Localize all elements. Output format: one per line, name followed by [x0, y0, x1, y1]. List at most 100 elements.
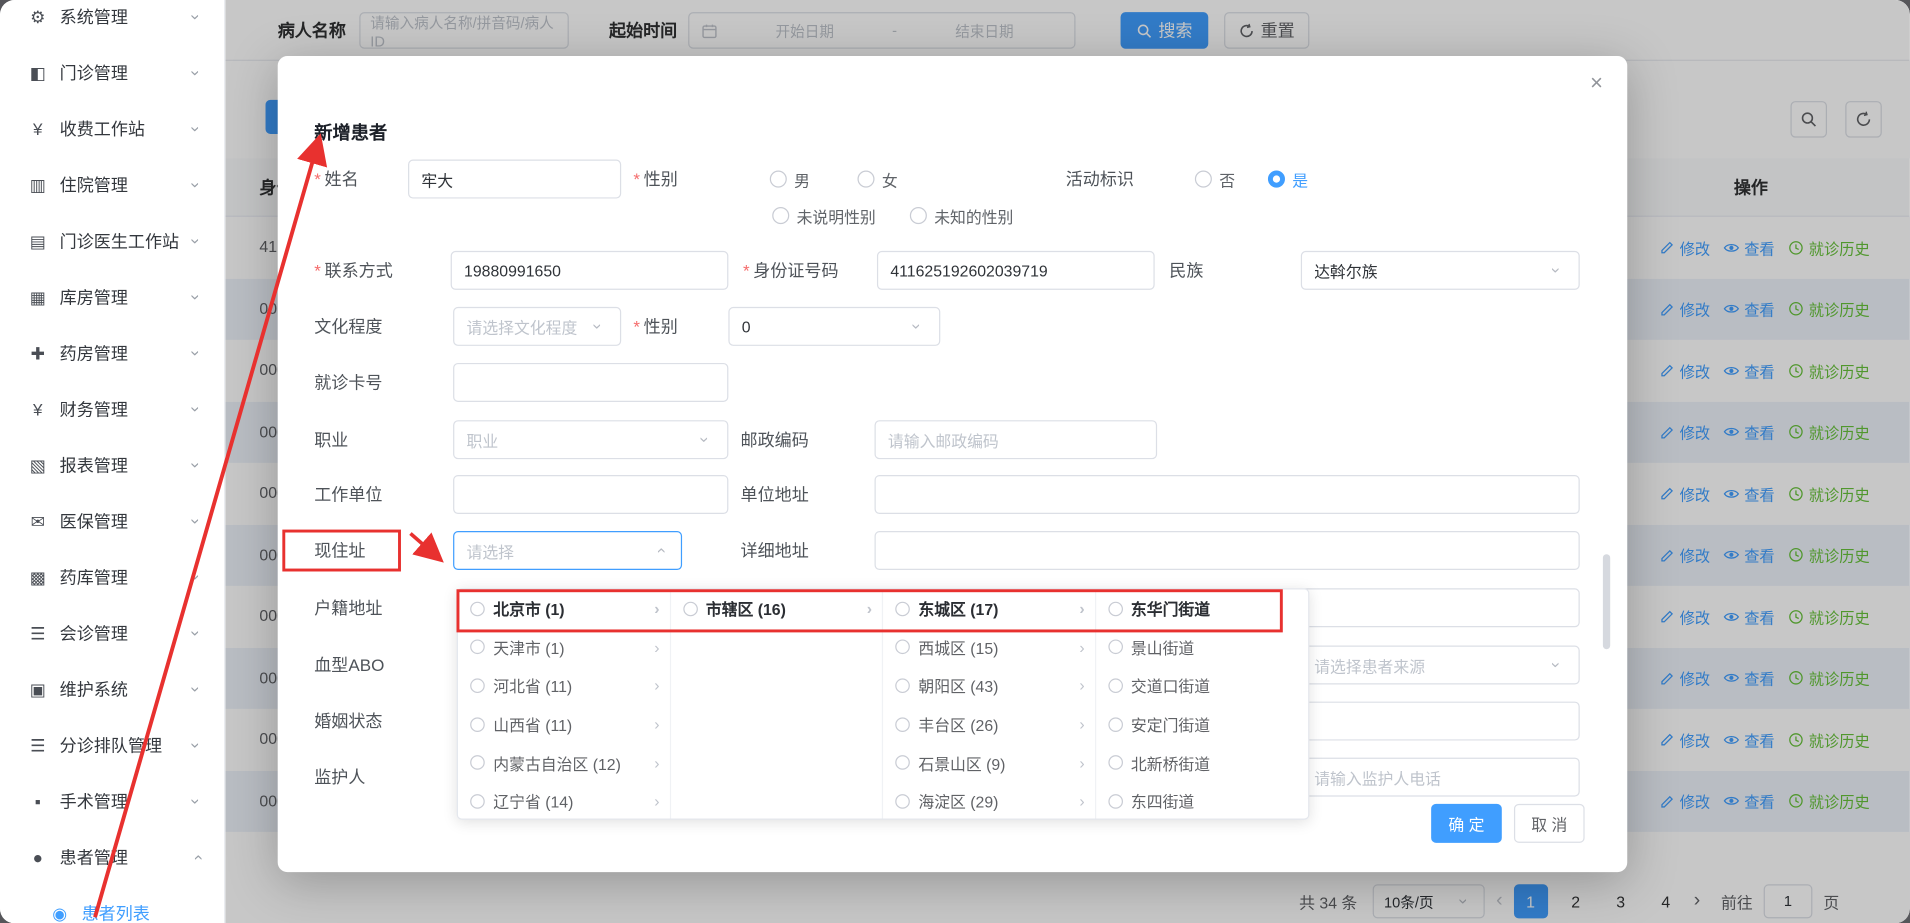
sidebar-item[interactable]: ▩ 药库管理: [0, 549, 224, 605]
cascader-option-label: 内蒙古自治区 (12): [493, 751, 621, 774]
gender-radio-male[interactable]: 男: [770, 160, 810, 199]
idcard-input[interactable]: 411625192602039719: [877, 251, 1155, 290]
radio-icon: [895, 755, 910, 770]
name-label: *姓名: [314, 160, 358, 199]
cascader-option[interactable]: 内蒙古自治区 (12): [458, 743, 669, 781]
radio-icon: [772, 207, 789, 224]
employer-address-input[interactable]: [875, 475, 1580, 514]
postcode-input[interactable]: 请输入邮政编码: [875, 420, 1158, 459]
education-select[interactable]: 请选择文化程度: [453, 307, 621, 346]
employer-input[interactable]: [453, 475, 728, 514]
chevron-down-icon: [1552, 262, 1567, 279]
guardian-phone-input[interactable]: 请输入监护人电话: [1301, 758, 1580, 797]
cascader-option[interactable]: 海淀区 (29): [883, 782, 1094, 820]
confirm-button[interactable]: 确 定: [1431, 804, 1502, 843]
gender-radio-female[interactable]: 女: [857, 160, 897, 199]
radio-icon: [895, 717, 910, 732]
postcode-label: 邮政编码: [741, 420, 809, 459]
radio-icon: [895, 794, 910, 809]
sidebar-item-icon: ▣: [27, 679, 49, 700]
cancel-button[interactable]: 取 消: [1514, 804, 1585, 843]
sidebar-item-icon: ▧: [27, 455, 49, 476]
patient-source-select[interactable]: 请选择患者来源: [1301, 646, 1580, 685]
chevron-down-icon: [593, 318, 608, 335]
cascader-option-label: 天津市 (1): [493, 636, 564, 659]
sidebar-item-label: 药房管理: [60, 341, 193, 365]
sidebar-item[interactable]: ☰ 分诊排队管理: [0, 717, 224, 773]
employer-label: 工作单位: [314, 475, 382, 514]
education-label: 文化程度: [314, 307, 382, 346]
name-input[interactable]: 牢大: [408, 160, 621, 199]
cascader-option-label: 山西省 (11): [493, 713, 572, 736]
sidebar-item[interactable]: ☰ 会诊管理: [0, 605, 224, 661]
gender2-select[interactable]: 0: [728, 307, 940, 346]
cascader-option[interactable]: 东四街道: [1096, 782, 1309, 820]
sidebar-item[interactable]: ▣ 维护系统: [0, 661, 224, 717]
cascader-option[interactable]: 北京市 (1): [458, 590, 669, 628]
sidebar-item-icon: ▪: [27, 792, 49, 811]
sidebar-item-icon: ◧: [27, 63, 49, 84]
sidebar-item-icon: ▦: [27, 287, 49, 308]
visit-card-input[interactable]: [453, 363, 728, 402]
gender-radio-unexplained[interactable]: 未说明性别: [772, 199, 876, 233]
sidebar-item[interactable]: ¥ 财务管理: [0, 381, 224, 437]
sidebar-item-patient-list[interactable]: ◉ 患者列表: [0, 885, 224, 923]
radio-icon: [470, 678, 485, 693]
sidebar-item[interactable]: ⚙ 系统管理: [0, 0, 224, 45]
occupation-select[interactable]: 职业: [453, 420, 728, 459]
sidebar-item[interactable]: ▦ 库房管理: [0, 269, 224, 325]
sidebar-item[interactable]: ● 患者管理: [0, 829, 224, 885]
cascader-option[interactable]: 东华门街道: [1096, 590, 1309, 628]
gender2-label: *性别: [633, 307, 677, 346]
sidebar-item[interactable]: ¥ 收费工作站: [0, 101, 224, 157]
cascader-option[interactable]: 西城区 (15): [883, 628, 1094, 666]
cascader-option[interactable]: 石景山区 (9): [883, 743, 1094, 781]
current-address-cascader[interactable]: 请选择: [453, 531, 682, 570]
chevron-icon: [192, 122, 207, 137]
active-flag-radio-yes[interactable]: 是: [1268, 160, 1308, 199]
cascader-option[interactable]: 辽宁省 (14): [458, 782, 669, 820]
sidebar-item-label: 系统管理: [60, 5, 193, 29]
chevron-right-icon: [654, 754, 659, 772]
cascader-option-label: 东四街道: [1131, 790, 1194, 813]
marital-extra-input[interactable]: [1301, 702, 1580, 741]
sidebar-item-icon: ☰: [27, 735, 49, 756]
chevron-right-icon: [867, 600, 872, 618]
cascader-option[interactable]: 河北省 (11): [458, 666, 669, 704]
sidebar-item[interactable]: ▪ 手术管理: [0, 773, 224, 829]
sidebar-item[interactable]: ✉ 医保管理: [0, 493, 224, 549]
cascader-option[interactable]: 北新桥街道: [1096, 743, 1309, 781]
cascader-option-label: 安定门街道: [1131, 713, 1210, 736]
sidebar-item[interactable]: ▥ 住院管理: [0, 157, 224, 213]
close-icon[interactable]: ×: [1590, 71, 1603, 97]
gender-radio-unknown[interactable]: 未知的性别: [910, 199, 1014, 233]
active-flag-radio-no[interactable]: 否: [1195, 160, 1235, 199]
cascader-option[interactable]: 安定门街道: [1096, 705, 1309, 743]
cascader-option[interactable]: 山西省 (11): [458, 705, 669, 743]
cascader-option[interactable]: 交道口街道: [1096, 666, 1309, 704]
sidebar-item-icon: ●: [27, 848, 49, 867]
sidebar-item[interactable]: ▧ 报表管理: [0, 437, 224, 493]
radio-icon: [1108, 717, 1123, 732]
cascader-option[interactable]: 天津市 (1): [458, 628, 669, 666]
cascader-option-label: 海淀区 (29): [918, 790, 998, 813]
sidebar-item[interactable]: ▤ 门诊医生工作站: [0, 213, 224, 269]
cascader-option[interactable]: 市辖区 (16): [671, 590, 882, 628]
contact-input[interactable]: 19880991650: [451, 251, 729, 290]
ethnicity-select[interactable]: 达斡尔族: [1301, 251, 1580, 290]
sidebar-item-icon: ☰: [27, 623, 49, 644]
household-address-input[interactable]: [1301, 588, 1580, 627]
chevron-up-icon: [654, 542, 669, 559]
sidebar-item-label: 财务管理: [60, 397, 193, 421]
cascader-option[interactable]: 东城区 (17): [883, 590, 1094, 628]
address-cascader-panel: 北京市 (1) 天津市 (1) 河北省 (11) 山西省 (11) 内蒙古自治区 (12…: [457, 588, 1310, 819]
cascader-district-column: 东城区 (17)西城区 (15)朝阳区 (43)丰台区 (26)石景山区 (9)…: [883, 590, 1096, 819]
cascader-option[interactable]: 景山街道: [1096, 628, 1309, 666]
dialog-scrollbar[interactable]: [1603, 554, 1610, 649]
cascader-option[interactable]: 朝阳区 (43): [883, 666, 1094, 704]
sidebar-item[interactable]: ◧ 门诊管理: [0, 45, 224, 101]
sidebar-item[interactable]: ✚ 药房管理: [0, 325, 224, 381]
chevron-right-icon: [1079, 638, 1084, 656]
detail-address-input[interactable]: [875, 531, 1580, 570]
cascader-option[interactable]: 丰台区 (26): [883, 705, 1094, 743]
